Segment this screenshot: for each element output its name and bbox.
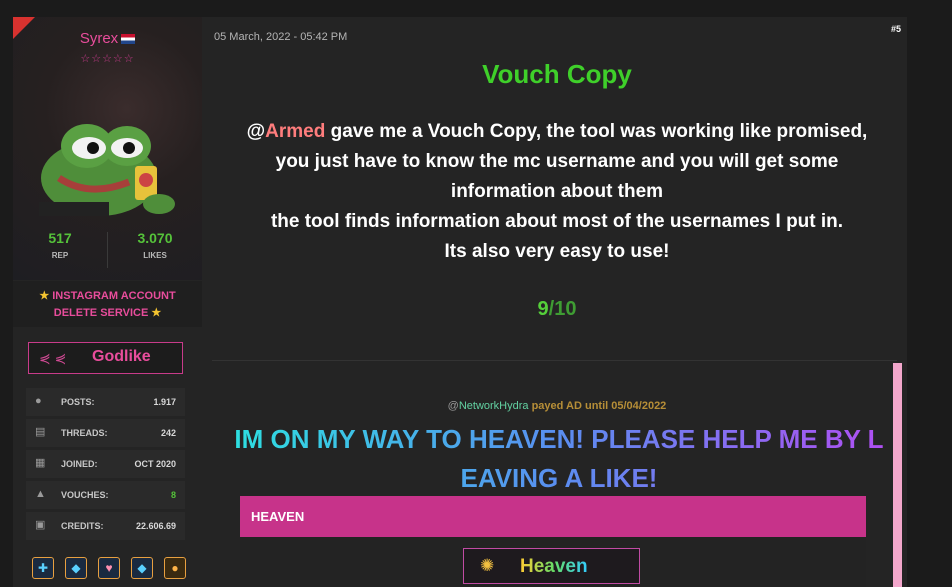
username-text[interactable]: Syrex <box>80 30 118 47</box>
badge-row: ✚ ◆ ♥ ◆ ● <box>32 557 192 579</box>
pepe-frog-avatar <box>39 124 175 216</box>
body-line2: you just have to know the mc username an… <box>275 151 839 172</box>
wings-icon: ⋞ ⋞ <box>39 350 67 366</box>
firework-icon: ✺ <box>480 556 495 575</box>
info-row-threads: ▤ THREADS: 242 <box>26 419 185 447</box>
post-title: Vouch Copy <box>482 59 632 89</box>
ad-payed-text: payed AD until <box>528 400 612 412</box>
user-stats: 517 REP 3.070 LIKES <box>13 230 202 274</box>
user-stars: ☆☆☆☆☆ <box>80 53 135 65</box>
info-key: POSTS: <box>61 397 95 407</box>
diamond-badge-icon[interactable]: ◆ <box>65 557 87 579</box>
ad-headline-line2: EAVING A LIKE! <box>460 463 658 493</box>
chat-badge-icon[interactable]: ● <box>164 557 186 579</box>
chat-bubbles-icon: ● <box>35 395 42 407</box>
rating-total: /10 <box>548 298 577 320</box>
ad-at-sign: @ <box>447 400 459 412</box>
body-line4: the tool finds information about most of… <box>270 211 844 232</box>
ad-until-date: 05/04/2022 <box>611 400 667 412</box>
likes-stat[interactable]: 3.070 LIKES <box>108 230 202 260</box>
username[interactable]: Syrex <box>13 30 202 47</box>
info-key: CREDITS: <box>61 521 104 531</box>
money-stack-icon: ▣ <box>35 519 46 531</box>
info-value[interactable]: 8 <box>171 490 176 500</box>
netherlands-flag-icon <box>121 34 136 45</box>
rank-banner: ⋞ ⋞ Godlike <box>28 342 183 374</box>
star-icon: ★ <box>151 307 162 319</box>
plus-badge-icon[interactable]: ✚ <box>32 557 54 579</box>
post-divider <box>212 360 897 361</box>
info-value: OCT 2020 <box>134 459 176 469</box>
calendar-icon: ▦ <box>35 457 46 469</box>
heaven-banner-text: Heaven <box>520 556 588 577</box>
info-row-posts: ● POSTS: 1.917 <box>26 388 185 416</box>
post-date: 05 March, 2022 - 05:42 PM <box>214 31 348 43</box>
service-line2: DELETE SERVICE <box>53 307 149 319</box>
heaven-thread-bar[interactable]: HEAVEN <box>240 496 866 537</box>
info-row-vouches: ▲ VOUCHES: 8 <box>26 481 185 509</box>
body-line5: Its also very easy to use! <box>444 241 670 262</box>
info-value: 22.606.69 <box>135 521 176 531</box>
rank-label: Godlike <box>92 348 151 365</box>
info-key: JOINED: <box>61 459 98 469</box>
post-number-link[interactable]: #5 <box>891 24 901 34</box>
service-line1: INSTAGRAM ACCOUNT <box>52 290 176 302</box>
likes-value: 3.070 <box>137 230 173 246</box>
avatar[interactable] <box>39 116 176 216</box>
ad-scroll-accent <box>893 363 902 587</box>
user-mention-link[interactable]: Armed <box>265 121 325 142</box>
at-sign: @ <box>246 121 266 142</box>
rating-score: 9 <box>537 298 549 320</box>
heaven-bar-title: HEAVEN <box>251 509 305 524</box>
info-key: VOUCHES: <box>61 490 109 500</box>
likes-label: LIKES <box>143 251 167 260</box>
user-title-service: ★ INSTAGRAM ACCOUNT DELETE SERVICE ★ <box>13 281 202 327</box>
heart-hand-badge-icon[interactable]: ♥ <box>98 557 120 579</box>
rep-stat[interactable]: 517 REP <box>13 230 107 260</box>
heaven-banner[interactable]: ✺ Heaven <box>463 548 640 584</box>
ad-headline-line1: IM ON MY WAY TO HEAVEN! PLEASE HELP ME B… <box>234 424 884 454</box>
user-sidebar: Syrex ☆☆☆☆☆ 517 REP 3.070 LIKES ★ INSTAG… <box>13 17 202 587</box>
ad-headline[interactable]: IM ON MY WAY TO HEAVEN! PLEASE HELP ME B… <box>216 420 902 498</box>
document-icon: ▤ <box>35 426 46 438</box>
ad-attribution: @NetworkHydra payed AD until 05/04/2022 <box>202 400 912 412</box>
forum-page: Syrex ☆☆☆☆☆ 517 REP 3.070 LIKES ★ INSTAG… <box>0 0 952 587</box>
post-content: 05 March, 2022 - 05:42 PM #5 Vouch Copy … <box>202 17 907 587</box>
top-strip <box>0 0 952 17</box>
body-line1: gave me a Vouch Copy, the tool was worki… <box>325 121 868 142</box>
rep-label: REP <box>51 251 69 260</box>
post-body: @Armed gave me a Vouch Copy, the tool wa… <box>202 117 912 267</box>
info-value: 1.917 <box>153 397 176 407</box>
thumbs-up-icon: ▲ <box>35 488 46 500</box>
info-key: THREADS: <box>61 428 108 438</box>
rep-value: 517 <box>48 230 72 246</box>
info-value: 242 <box>160 428 176 438</box>
star-icon: ★ <box>39 290 50 302</box>
info-row-credits: ▣ CREDITS: 22.606.69 <box>26 512 185 540</box>
ad-user-link[interactable]: NetworkHydra <box>459 400 529 412</box>
diamond-badge-icon[interactable]: ◆ <box>131 557 153 579</box>
info-row-joined: ▦ JOINED: OCT 2020 <box>26 450 185 478</box>
body-line3: information about them <box>450 181 664 202</box>
rating: 9/10 <box>202 298 912 321</box>
